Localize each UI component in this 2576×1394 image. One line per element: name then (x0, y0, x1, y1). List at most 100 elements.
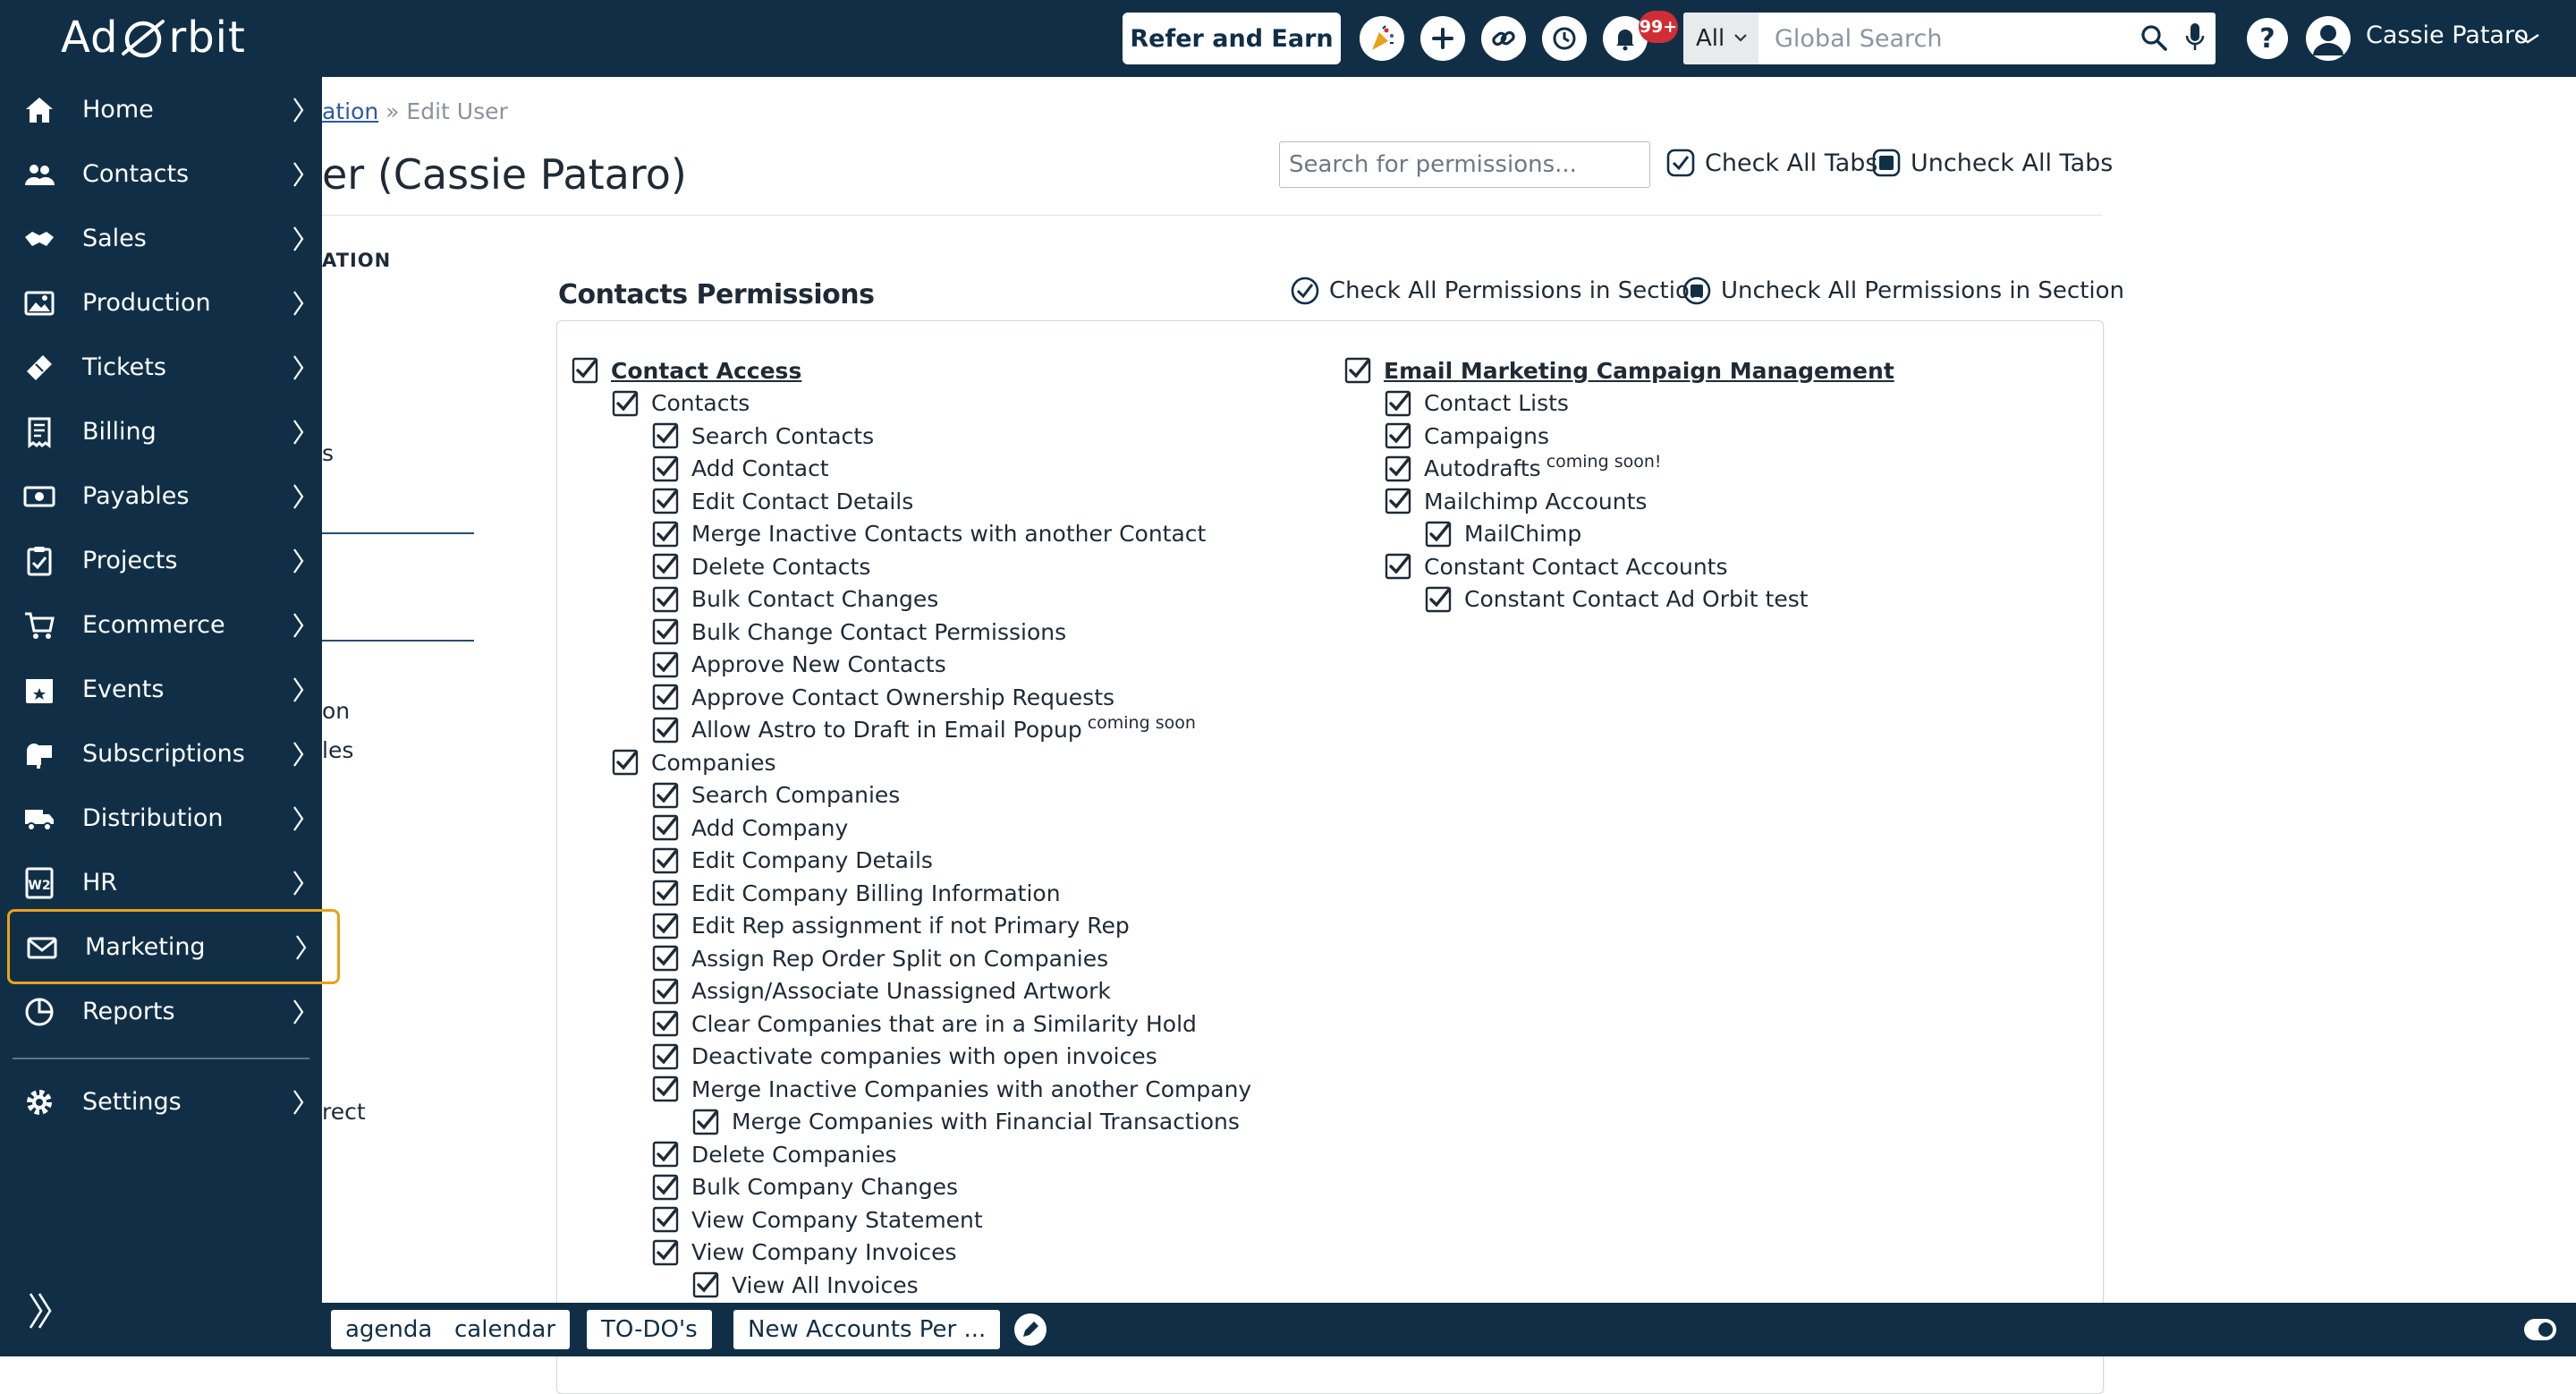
checkbox-checked-icon[interactable] (652, 1141, 679, 1168)
checkbox-checked-icon[interactable] (652, 1174, 679, 1201)
permission-item[interactable]: Edit Rep assignment if not Primary Rep (652, 911, 1130, 941)
permission-item[interactable]: MailChimp (1425, 519, 1581, 549)
checkbox-checked-icon[interactable] (652, 553, 679, 580)
checkbox-checked-icon[interactable] (692, 1271, 719, 1298)
checkbox-checked-icon[interactable] (572, 357, 598, 384)
checkbox-checked-icon[interactable] (692, 1109, 719, 1135)
bottom-tab-todos[interactable]: TO-DO's (587, 1310, 712, 1349)
checkbox-checked-icon[interactable] (652, 651, 679, 678)
permission-item[interactable]: Delete Companies (652, 1139, 897, 1169)
checkbox-checked-icon[interactable] (652, 978, 679, 1005)
checkbox-checked-icon[interactable] (652, 814, 679, 841)
permission-item[interactable]: Edit Company Details (652, 846, 933, 876)
permission-item[interactable]: Autodrafts coming soon! (1385, 452, 1662, 484)
avatar[interactable] (2306, 16, 2351, 61)
sidebar-item-distribution[interactable]: Distribution (7, 787, 338, 848)
edit-tabs-icon[interactable] (1013, 1312, 1048, 1347)
sidebar-item-events[interactable]: Events (7, 659, 338, 719)
sidebar-item-payables[interactable]: Payables (7, 465, 338, 526)
help-icon[interactable]: ? (2245, 16, 2290, 61)
sidebar-item-home[interactable]: Home (7, 79, 338, 140)
microphone-icon[interactable] (2184, 21, 2206, 54)
permission-item[interactable]: Add Contact (652, 454, 829, 484)
checkbox-checked-icon[interactable] (652, 913, 679, 939)
permission-item[interactable]: Approve New Contacts (652, 650, 946, 680)
permission-item[interactable]: Clear Companies that are in a Similarity… (652, 1008, 1197, 1039)
checkbox-checked-icon[interactable] (652, 1239, 679, 1266)
checkbox-checked-icon[interactable] (1385, 390, 1411, 417)
sidebar-item-billing[interactable]: Billing (7, 401, 338, 462)
check-all-section-button[interactable]: Check All Permissions in Section (1290, 276, 1704, 306)
permission-item[interactable]: Merge Companies with Financial Transacti… (692, 1107, 1240, 1137)
sidebar-item-tickets[interactable]: Tickets (7, 336, 338, 397)
history-icon[interactable] (1542, 16, 1587, 61)
sidebar-item-production[interactable]: Production (7, 272, 338, 333)
permission-item[interactable]: Allow Astro to Draft in Email Popup comin… (652, 713, 1196, 745)
celebration-icon[interactable] (1360, 16, 1404, 61)
permission-item[interactable]: View All Invoices (692, 1270, 919, 1300)
permission-item[interactable]: Mailchimp Accounts (1385, 486, 1647, 516)
checkbox-checked-icon[interactable] (652, 1043, 679, 1070)
permission-item[interactable]: View Company Invoices (652, 1237, 957, 1268)
permission-item[interactable]: View Company Statement (652, 1204, 983, 1235)
permission-item[interactable]: Campaigns (1385, 421, 1549, 451)
sidebar-item-projects[interactable]: Projects (7, 530, 338, 591)
permission-item[interactable]: Merge Inactive Contacts with another Con… (652, 519, 1206, 549)
uncheck-all-section-button[interactable]: Uncheck All Permissions in Section (1682, 276, 2124, 306)
permission-item[interactable]: Search Companies (652, 780, 900, 811)
checkbox-checked-icon[interactable] (612, 749, 639, 776)
permission-item[interactable]: Bulk Company Changes (652, 1172, 958, 1203)
checkbox-checked-icon[interactable] (652, 521, 679, 548)
permission-item[interactable]: Companies (612, 747, 776, 778)
checkbox-checked-icon[interactable] (652, 586, 679, 613)
checkbox-checked-icon[interactable] (1344, 357, 1371, 384)
checkbox-checked-icon[interactable] (1385, 455, 1411, 482)
checkbox-checked-icon[interactable] (652, 1206, 679, 1233)
permission-item[interactable]: Bulk Change Contact Permissions (652, 616, 1066, 647)
checkbox-checked-icon[interactable] (652, 880, 679, 906)
sidebar-item-reports[interactable]: Reports (7, 981, 338, 1041)
permission-item[interactable]: Constant Contact Accounts (1385, 551, 1728, 582)
bottom-tab-calendar[interactable]: calendar (440, 1310, 571, 1349)
sidebar-item-ecommerce[interactable]: Ecommerce (7, 594, 338, 655)
permission-item[interactable]: Assign Rep Order Split on Companies (652, 943, 1108, 973)
permission-item[interactable]: Deactivate companies with open invoices (652, 1041, 1157, 1072)
link-icon[interactable] (1481, 16, 1526, 61)
bottom-tab-agenda[interactable]: agenda (331, 1310, 447, 1349)
check-all-tabs-button[interactable]: Check All Tabs (1665, 148, 1877, 178)
permission-item[interactable]: Contact Lists (1385, 388, 1569, 419)
checkbox-checked-icon[interactable] (652, 847, 679, 874)
checkbox-checked-icon[interactable] (652, 684, 679, 710)
search-scope-select[interactable]: All (1683, 13, 1758, 64)
checkbox-checked-icon[interactable] (612, 390, 639, 417)
permission-item[interactable]: Add Company (652, 812, 848, 843)
sidebar-item-hr[interactable]: W2 HR (7, 852, 338, 913)
permission-item[interactable]: Approve Contact Ownership Requests (652, 682, 1114, 712)
permission-item[interactable]: Bulk Contact Changes (652, 584, 938, 615)
checkbox-checked-icon[interactable] (652, 618, 679, 645)
checkbox-checked-icon[interactable] (1425, 586, 1452, 613)
sidebar-item-contacts[interactable]: Contacts (7, 143, 338, 204)
permission-item[interactable]: Merge Inactive Companies with another Co… (652, 1074, 1251, 1104)
permission-item[interactable]: Constant Contact Ad Orbit test (1425, 584, 1809, 615)
permission-item[interactable]: Edit Company Billing Information (652, 878, 1061, 908)
sidebar-item-marketing[interactable]: Marketing (7, 909, 340, 984)
permission-group[interactable]: Email Marketing Campaign Management (1344, 355, 1894, 386)
sidebar-item-sales[interactable]: Sales (7, 208, 338, 268)
checkbox-checked-icon[interactable] (1385, 422, 1411, 449)
sidebar-item-subscriptions[interactable]: Subscriptions (7, 723, 338, 784)
checkbox-checked-icon[interactable] (1425, 521, 1452, 548)
refer-and-earn-button[interactable]: Refer and Earn (1123, 13, 1341, 64)
permissions-search-input[interactable] (1279, 141, 1650, 188)
checkbox-checked-icon[interactable] (652, 782, 679, 809)
sidebar-item-settings[interactable]: Settings (7, 1071, 338, 1132)
bottom-tab-new-accounts[interactable]: New Accounts Per ... (733, 1310, 1001, 1349)
permission-item[interactable]: Contacts (612, 388, 750, 419)
checkbox-checked-icon[interactable] (652, 1010, 679, 1037)
add-icon[interactable] (1420, 16, 1465, 61)
logo[interactable]: Ad rbit (61, 11, 246, 64)
permission-group[interactable]: Contact Access (572, 355, 801, 386)
global-search-input[interactable] (1758, 13, 2134, 64)
expand-sidebar-icon[interactable] (27, 1290, 54, 1331)
checkbox-checked-icon[interactable] (652, 455, 679, 482)
